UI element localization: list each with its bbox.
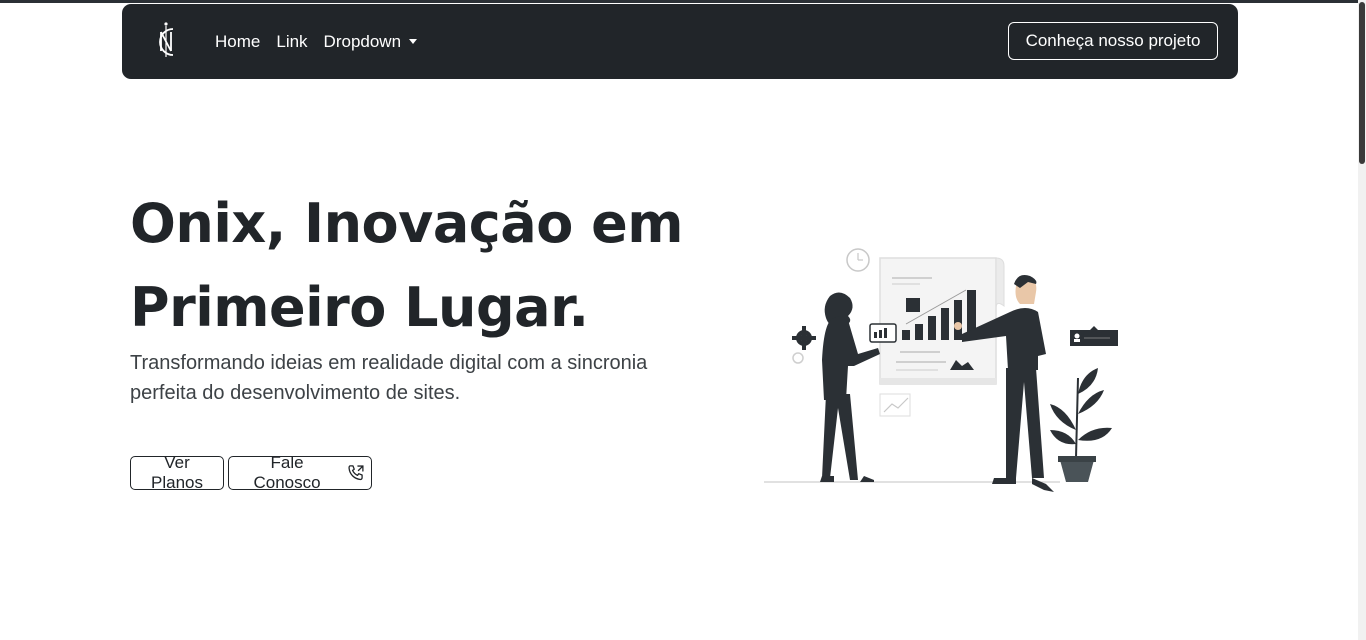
hero-title-line-1: Onix, Inovação em xyxy=(130,192,684,255)
contact-us-button[interactable]: Fale Conosco xyxy=(228,453,372,492)
nav-dropdown-toggle[interactable]: Dropdown xyxy=(324,32,418,52)
plant xyxy=(1050,368,1112,482)
view-plans-button[interactable]: Ver Planos xyxy=(130,453,224,492)
nav-dropdown-label: Dropdown xyxy=(323,31,402,51)
user-card xyxy=(1070,326,1118,346)
phone-outgoing-icon xyxy=(348,465,364,481)
business-presentation-illustration xyxy=(764,248,1118,492)
navbar: Home Link Dropdown Conheça nosso projeto xyxy=(122,4,1238,79)
caret-down-icon xyxy=(409,39,418,44)
contact-us-label: Fale Conosco xyxy=(253,453,321,492)
hero-title: Onix, Inovação em Primeiro Lugar. xyxy=(130,182,750,350)
nav-link-home[interactable]: Home xyxy=(215,32,260,52)
gear-icon xyxy=(792,326,816,364)
view-plans-label: Ver Planos xyxy=(151,453,203,492)
nav-link-link[interactable]: Link xyxy=(276,32,307,52)
page-scrollbar[interactable] xyxy=(1358,0,1366,640)
hero-title-line-2: Primeiro Lugar. xyxy=(130,276,589,339)
brand-logo-icon[interactable] xyxy=(149,19,183,61)
top-border xyxy=(0,0,1366,3)
scrollbar-thumb[interactable] xyxy=(1359,2,1365,164)
nav-links: Home Link Dropdown xyxy=(215,4,418,79)
hero-subtitle: Transformando ideias em realidade digita… xyxy=(130,352,648,404)
clock-icon xyxy=(846,248,870,272)
project-cta-button[interactable]: Conheça nosso projeto xyxy=(1008,22,1218,60)
